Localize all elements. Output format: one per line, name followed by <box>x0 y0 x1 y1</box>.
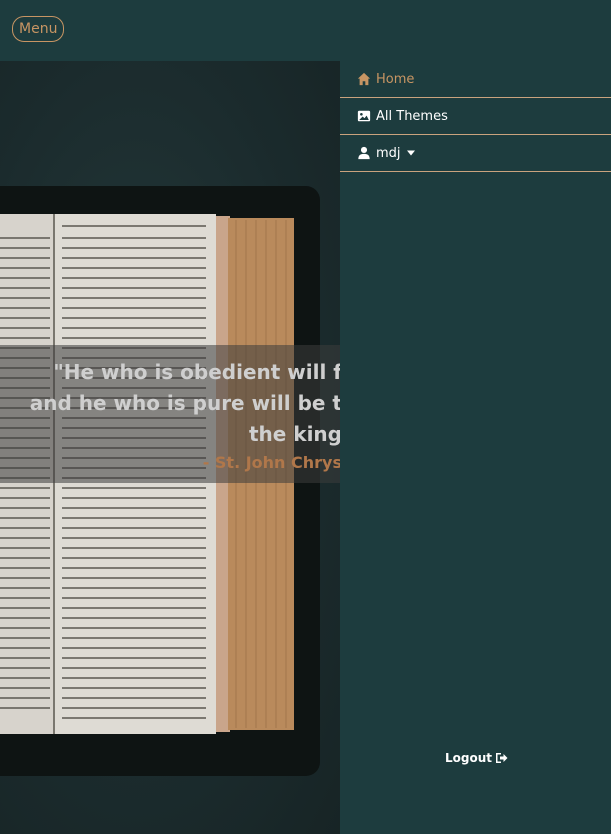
nav-item-label: All Themes <box>376 108 448 124</box>
nav-item-all-themes[interactable]: All Themes <box>340 98 611 135</box>
nav-item-home[interactable]: Home <box>340 61 611 98</box>
side-nav: Home All Themes mdj Logout <box>340 61 611 834</box>
sign-out-icon <box>496 753 508 763</box>
logout-link[interactable]: Logout <box>445 751 508 765</box>
nav-item-label: Home <box>376 71 415 87</box>
logout-label: Logout <box>445 751 493 765</box>
quote-line: "He who is obedient will f <box>53 360 340 384</box>
top-bar: Menu <box>0 0 611 61</box>
nav-item-label: mdj <box>376 145 401 161</box>
quote-author: - St. John Chrys <box>202 453 340 472</box>
quote-line: and he who is pure will be t <box>29 391 340 415</box>
user-icon <box>358 146 370 160</box>
hero-section: "He who is obedient will f and he who is… <box>0 61 340 834</box>
home-icon <box>357 72 371 86</box>
menu-button[interactable]: Menu <box>12 16 65 42</box>
nav-item-user-menu[interactable]: mdj <box>340 135 611 172</box>
quote-block: "He who is obedient will f and he who is… <box>0 357 340 476</box>
image-icon <box>357 110 371 122</box>
quote-line: the king <box>248 422 340 446</box>
caret-down-icon <box>406 150 415 156</box>
